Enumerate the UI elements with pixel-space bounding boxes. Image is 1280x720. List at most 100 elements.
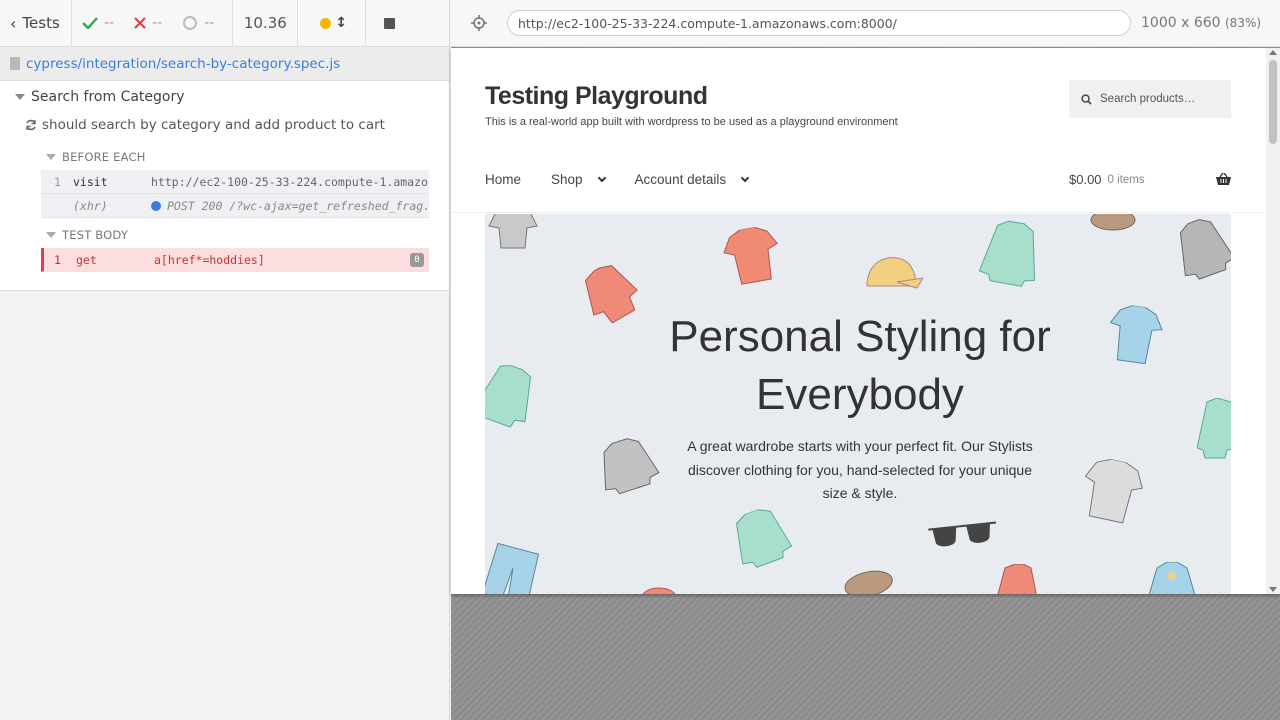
jeans-illustration-icon — [485, 542, 540, 594]
basket-icon — [1216, 173, 1231, 185]
passed-count: -- — [72, 0, 124, 47]
cap-illustration-icon — [866, 257, 924, 289]
hero-title-line: Everybody — [756, 370, 964, 419]
chevron-down-icon — [597, 173, 606, 182]
command-number: 1 — [54, 174, 61, 189]
bag-illustration-icon — [1090, 214, 1136, 231]
viewport-size: 1000 x 660 — [1141, 15, 1221, 31]
command-number: 1 — [54, 252, 61, 267]
duration-display: 10.36 — [232, 0, 299, 47]
test-title: should search by category and add produc… — [42, 117, 385, 133]
hoodie-illustration-icon — [978, 220, 1036, 287]
nav-label: Account details — [634, 172, 727, 187]
crosshair-icon — [471, 15, 487, 31]
tshirt-illustration-icon — [488, 214, 538, 249]
test-title-row[interactable]: should search by category and add produc… — [0, 110, 449, 140]
failed-value: -- — [152, 15, 163, 31]
page-scrollbar[interactable] — [1266, 48, 1280, 594]
spec-file-bar[interactable]: cypress/integration/search-by-category.s… — [0, 47, 449, 81]
hat-illustration-icon — [642, 587, 676, 594]
tshirt-illustration-icon — [1084, 458, 1143, 524]
test-body-commands: 1 get a[href*=hoddies] 0 — [41, 248, 429, 272]
command-message: a[href*=hoddies] — [154, 252, 265, 267]
jacket-illustration-icon — [997, 564, 1037, 594]
selector-playground-button[interactable] — [451, 15, 507, 31]
refresh-icon — [26, 119, 36, 131]
nav-item-shop[interactable]: Shop — [551, 172, 606, 187]
viewport-info[interactable]: 1000 x 660 (83%) — [1141, 15, 1261, 31]
hero-text: A great wardrobe starts with your perfec… — [687, 438, 1033, 501]
nav-item-home[interactable]: Home — [485, 172, 521, 187]
hero-banner: Personal Styling for Everybody A great w… — [485, 214, 1231, 594]
tshirt-illustration-icon — [723, 226, 778, 285]
command-row-visit[interactable]: 1 visit http://ec2-100-25-33-224.compute… — [41, 170, 429, 194]
command-name: get — [76, 252, 97, 267]
nav-item-account-details[interactable]: Account details — [634, 172, 750, 187]
site-title[interactable]: Testing Playground — [485, 82, 708, 111]
tests-label: Tests — [22, 14, 60, 32]
passed-value: -- — [104, 15, 115, 31]
hoodie-illustration-icon — [1179, 219, 1231, 280]
stop-icon — [384, 17, 396, 29]
caret-down-icon — [46, 154, 56, 160]
suite-title: Search from Category — [31, 89, 185, 105]
reporter-header: ‹ Tests -- -- -- 10.36 ↕ — [0, 0, 449, 47]
scroll-thumb[interactable] — [1269, 60, 1277, 144]
chevron-down-icon — [740, 173, 750, 182]
test-body-hook[interactable]: TEST BODY — [0, 222, 449, 248]
hero-title: Personal Styling for Everybody — [635, 308, 1085, 424]
pending-value: -- — [204, 15, 215, 31]
command-row-get[interactable]: 1 get a[href*=hoddies] 0 — [41, 248, 429, 272]
primary-nav: Home Shop Account details — [485, 172, 750, 187]
caret-down-icon — [46, 232, 56, 238]
command-message-wrap: POST 200 /?wc-ajax=get_refreshed_frag... — [151, 199, 429, 213]
viewport-scale: (83%) — [1225, 16, 1262, 30]
before-each-hook[interactable]: BEFORE EACH — [0, 144, 449, 170]
cart-total: $0.00 — [1069, 172, 1102, 187]
scroll-up-icon[interactable] — [1269, 50, 1277, 55]
polo-illustration-icon — [1109, 304, 1163, 365]
product-search-field[interactable]: Search products… — [1069, 80, 1231, 118]
up-down-arrows-icon: ↕ — [335, 15, 348, 31]
file-icon — [10, 57, 20, 70]
before-each-title: BEFORE EACH — [62, 150, 146, 164]
sunglasses-illustration-icon — [928, 521, 997, 547]
scroll-down-icon[interactable] — [1269, 587, 1277, 592]
hero-title-line: Personal Styling for — [669, 312, 1051, 361]
back-to-tests-button[interactable]: ‹ Tests — [0, 0, 72, 47]
cart-item-count: 0 items — [1107, 173, 1145, 186]
header-divider — [451, 212, 1266, 213]
command-message: POST 200 /?wc-ajax=get_refreshed_frag... — [167, 198, 429, 213]
chevron-left-icon: ‹ — [10, 13, 17, 33]
command-row-xhr[interactable]: (xhr) POST 200 /?wc-ajax=get_refreshed_f… — [41, 194, 429, 218]
shirt-illustration-icon — [485, 365, 532, 428]
caret-down-icon — [15, 94, 25, 100]
site-description: This is a real-world app built with word… — [485, 116, 898, 128]
x-icon — [134, 17, 146, 29]
aut-url-bar: http://ec2-100-25-33-224.compute-1.amazo… — [451, 0, 1280, 47]
running-indicator[interactable]: ↕ — [298, 0, 367, 47]
test-runs: Search from Category should search by ca… — [0, 81, 449, 291]
failed-count: -- — [124, 0, 172, 47]
aut-url-field[interactable]: http://ec2-100-25-33-224.compute-1.amazo… — [507, 10, 1131, 36]
sweater-illustration-icon — [1197, 398, 1231, 459]
element-count-badge: 0 — [410, 252, 424, 267]
reporter-panel: ‹ Tests -- -- -- 10.36 ↕ cypress/integra… — [0, 0, 450, 720]
test-body-title: TEST BODY — [62, 228, 129, 242]
search-placeholder: Search products… — [1100, 93, 1196, 105]
suite-title-row[interactable]: Search from Category — [0, 82, 449, 110]
spec-path: cypress/integration/search-by-category.s… — [26, 55, 341, 72]
stop-button[interactable] — [366, 0, 413, 47]
xhr-status-icon — [151, 200, 161, 211]
bag-illustration-icon — [844, 570, 893, 594]
command-message: http://ec2-100-25-33-224.compute-1.amazo… — [151, 174, 429, 189]
nav-label: Shop — [551, 172, 583, 187]
command-name: visit — [73, 174, 108, 189]
hoodie-illustration-icon — [603, 438, 660, 495]
header-cart[interactable]: $0.00 0 items — [1069, 172, 1231, 187]
before-each-commands: 1 visit http://ec2-100-25-33-224.compute… — [41, 170, 429, 218]
app-under-test-area: http://ec2-100-25-33-224.compute-1.amazo… — [451, 0, 1280, 720]
running-dot-icon — [320, 17, 332, 29]
aut-iframe: Testing Playground This is a real-world … — [451, 48, 1280, 594]
pending-count: -- — [172, 0, 232, 47]
